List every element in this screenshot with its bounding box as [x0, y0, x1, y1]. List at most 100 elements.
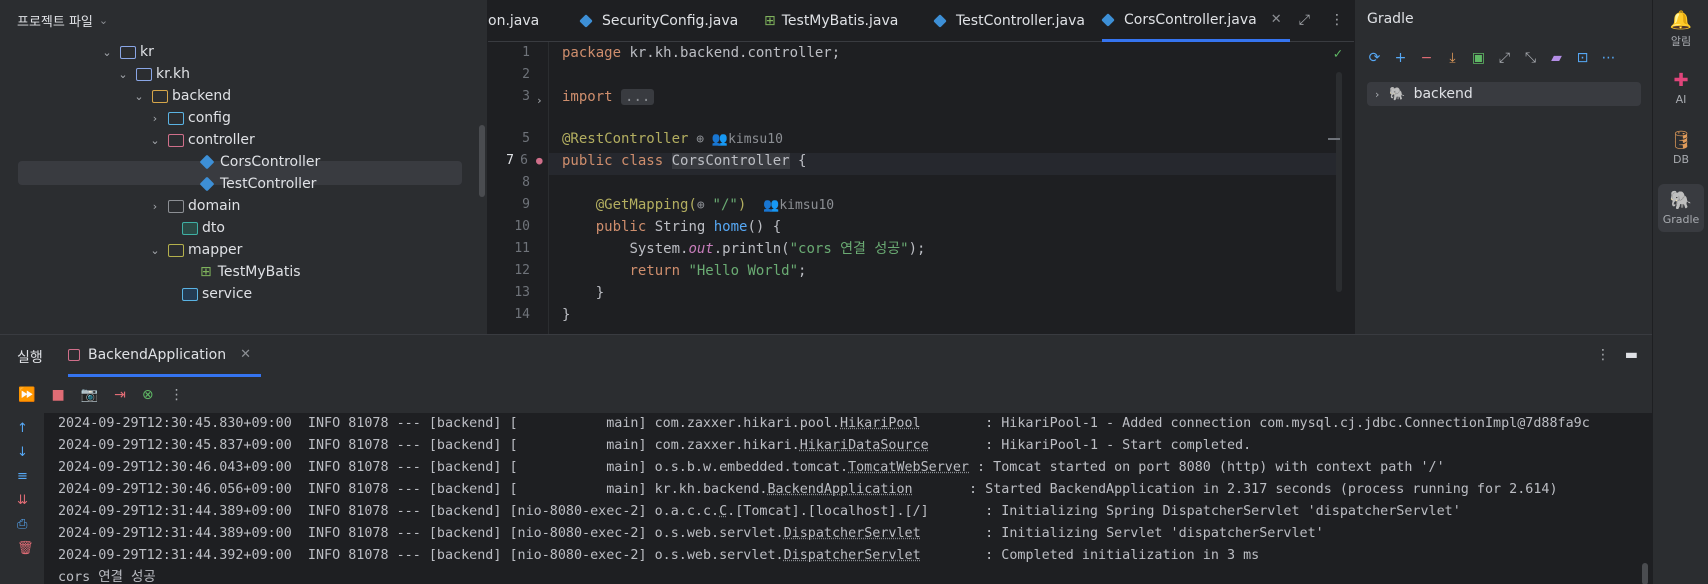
code-line: @RestController ⊕ 👥kimsu10: [562, 128, 783, 150]
tab-testcontroller[interactable]: TestController.java: [933, 0, 1085, 42]
close-icon[interactable]: ✕: [1271, 12, 1282, 27]
print-icon[interactable]: ⎙: [17, 517, 27, 532]
tree-node-label: backend: [172, 88, 232, 104]
notifications-tool[interactable]: 🔔 알림: [1658, 10, 1704, 49]
tree-node-testmybatis[interactable]: ⊞ TestMyBatis: [200, 260, 301, 284]
tab-testmybatis[interactable]: ⊞ TestMyBatis.java: [764, 0, 898, 42]
project-panel-header[interactable]: 프로젝트 파일 ⌄: [0, 0, 487, 40]
folder-icon[interactable]: ▰: [1549, 50, 1564, 66]
scroll-to-end-icon[interactable]: ⇊: [17, 493, 28, 508]
stop-icon[interactable]: ■: [51, 387, 64, 403]
gradle-tool[interactable]: 🐘 Gradle: [1658, 184, 1704, 232]
check-icon[interactable]: ✓: [1334, 46, 1342, 62]
method-name: home: [713, 219, 748, 235]
tree-node-domain[interactable]: › domain: [148, 194, 241, 218]
author-hint[interactable]: kimsu10: [728, 132, 783, 147]
chevron-down-icon[interactable]: ⌄: [148, 244, 162, 257]
rerun-icon[interactable]: ⏩: [18, 387, 35, 403]
globe-icon[interactable]: ⊕: [697, 198, 713, 213]
arrow-down-icon[interactable]: ↓: [17, 445, 28, 460]
tree-node-label: kr.kh: [156, 66, 191, 82]
fold-expand-icon[interactable]: ›: [536, 94, 543, 107]
log-link[interactable]: C: [719, 504, 727, 519]
tree-node-service[interactable]: service: [182, 282, 252, 306]
spring-icon[interactable]: ⊗: [142, 387, 154, 403]
users-icon: 👥: [763, 198, 780, 213]
project-panel-title: 프로젝트 파일: [17, 14, 93, 30]
tree-node-dto[interactable]: dto: [182, 216, 225, 240]
console-line: 2024-09-29T12:30:45.837+09:00 INFO 81078…: [58, 435, 1638, 457]
soft-wrap-icon[interactable]: ≡: [17, 469, 28, 484]
exit-icon[interactable]: ⇥: [114, 387, 126, 403]
gradle-panel: Gradle ⟳ + − ⤓ ▣ ⤢ ⤡ ▰ ⊡ ⋯ › 🐘 backend: [1354, 0, 1652, 334]
database-icon: 🛢: [1669, 130, 1693, 151]
code-line: }: [562, 304, 570, 326]
globe-icon[interactable]: ⊕: [688, 132, 711, 147]
console-line: 2024-09-29T12:31:44.392+09:00 INFO 81078…: [58, 545, 1638, 567]
chevron-right-icon[interactable]: ›: [148, 200, 162, 213]
more-vertical-icon[interactable]: ⋮: [1330, 12, 1344, 28]
tree-node-label: dto: [202, 220, 225, 236]
tree-node-testcontroller[interactable]: TestController: [199, 172, 316, 196]
run-panel: 실행 BackendApplication ✕ ⋮ ▬ ⏩ ■ 📷 ⇥ ⊗ ⋮ …: [0, 334, 1652, 584]
more-vertical-icon[interactable]: ⋮: [1596, 347, 1610, 363]
ai-tool[interactable]: ✚ AI: [1658, 70, 1704, 106]
string-literal: "cors 연결 성공": [789, 241, 909, 257]
log-text: 2024-09-29T12:30:46.056+09:00 INFO 81078…: [58, 482, 768, 497]
terminal-icon[interactable]: ▣: [1471, 50, 1486, 66]
log-link[interactable]: DispatcherServlet: [784, 526, 921, 541]
console-scrollbar[interactable]: [1642, 563, 1648, 584]
add-icon[interactable]: +: [1393, 50, 1408, 66]
tree-node-kr-kh[interactable]: ⌄ kr.kh: [116, 62, 190, 86]
console-output[interactable]: 2024-09-29T12:30:45.830+09:00 INFO 81078…: [58, 413, 1638, 584]
tab-securityconfig[interactable]: SecurityConfig.java: [579, 0, 738, 42]
log-link[interactable]: HikariDataSource: [800, 438, 929, 453]
log-link[interactable]: BackendApplication: [767, 482, 912, 497]
keyword: package: [562, 45, 622, 61]
chevron-down-icon[interactable]: ⌄: [99, 14, 108, 27]
tree-node-backend[interactable]: ⌄ backend: [132, 84, 231, 108]
expand-all-icon[interactable]: ⤢: [1497, 50, 1512, 66]
chevron-down-icon[interactable]: ⌄: [132, 90, 146, 103]
tree-node-mapper[interactable]: ⌄ mapper: [148, 238, 242, 262]
collapse-all-icon[interactable]: ⤡: [1523, 50, 1538, 66]
tree-node-corscontroller[interactable]: CorsController: [199, 150, 320, 174]
camera-icon[interactable]: 📷: [81, 387, 98, 403]
expand-icon[interactable]: ⤢: [1299, 12, 1310, 28]
tree-node-kr[interactable]: ⌄ kr: [100, 40, 153, 64]
author-hint[interactable]: kimsu10: [779, 198, 834, 213]
run-toolbar: ⏩ ■ 📷 ⇥ ⊗ ⋮: [0, 377, 1652, 413]
download-icon[interactable]: ⤓: [1445, 50, 1460, 66]
vertical-scrollbar[interactable]: [479, 125, 485, 197]
code-editor[interactable]: 1 2 3 5 6 7 8 9 10 11 12 13 14 › ● packa…: [488, 42, 1354, 334]
chevron-right-icon[interactable]: ›: [148, 112, 162, 125]
log-link[interactable]: HikariPool: [840, 416, 921, 431]
more-vertical-icon[interactable]: ⋮: [170, 387, 184, 403]
string-literal: "Hello World": [688, 263, 799, 279]
log-link[interactable]: DispatcherServlet: [784, 548, 921, 563]
spring-bean-gutter-icon[interactable]: ●: [536, 154, 543, 167]
chevron-down-icon[interactable]: ⌄: [116, 68, 130, 81]
tab-corscontroller[interactable]: CorsController.java ✕: [1101, 0, 1290, 42]
minimize-icon[interactable]: ▬: [1625, 347, 1638, 363]
folded-imports[interactable]: ...: [621, 89, 655, 105]
tab-partial[interactable]: on.java: [488, 0, 539, 42]
remove-icon[interactable]: −: [1419, 50, 1434, 66]
chevron-down-icon[interactable]: ⌄: [148, 134, 162, 147]
tree-node-config[interactable]: › config: [148, 106, 231, 130]
database-tool[interactable]: 🛢 DB: [1658, 130, 1704, 166]
tab-backendapplication[interactable]: BackendApplication ✕: [68, 335, 261, 377]
chevron-down-icon[interactable]: ⌄: [100, 46, 114, 59]
analyze-icon[interactable]: ⊡: [1575, 50, 1590, 66]
tree-node-controller[interactable]: ⌄ controller: [148, 128, 254, 152]
more-icon[interactable]: ⋯: [1601, 50, 1616, 66]
gradle-root-node[interactable]: › 🐘 backend: [1367, 82, 1641, 106]
trash-icon[interactable]: 🗑: [17, 541, 34, 556]
editor-scrollbar[interactable]: [1336, 72, 1342, 292]
arrow-up-icon[interactable]: ↑: [17, 421, 28, 436]
log-link[interactable]: TomcatWebServer: [848, 460, 969, 475]
close-icon[interactable]: ✕: [240, 347, 251, 362]
refresh-icon[interactable]: ⟳: [1367, 50, 1382, 66]
chevron-right-icon[interactable]: ›: [1375, 88, 1379, 101]
tool-label: AI: [1675, 93, 1687, 106]
